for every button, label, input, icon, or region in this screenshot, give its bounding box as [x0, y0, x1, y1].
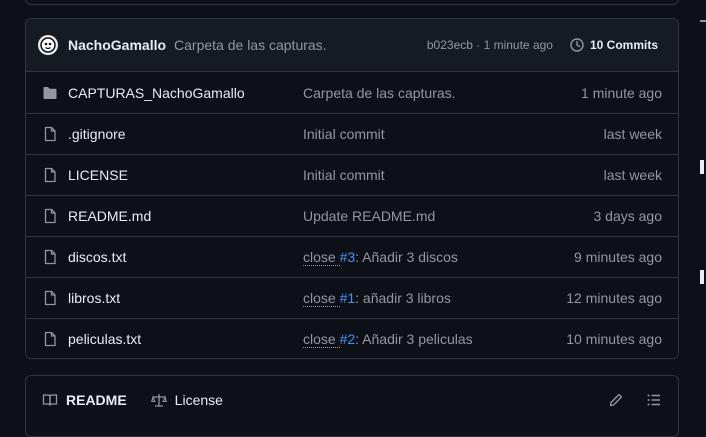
- sidebar-fragment: [700, 20, 706, 22]
- commit-prefix[interactable]: close: [303, 331, 340, 348]
- avatar[interactable]: [38, 35, 58, 55]
- file-name[interactable]: CAPTURAS_NachoGamallo: [68, 85, 303, 101]
- commit-author[interactable]: NachoGamallo: [68, 37, 166, 53]
- file-icon-wrap: [42, 208, 58, 224]
- sidebar-fragment: [700, 160, 704, 174]
- file-browser: NachoGamallo Carpeta de las capturas. b0…: [25, 18, 679, 359]
- file-time: 1 minute ago: [581, 84, 662, 101]
- file-name[interactable]: discos.txt: [68, 249, 303, 265]
- file-time: 9 minutes ago: [574, 249, 662, 265]
- file-name[interactable]: .gitignore: [68, 126, 303, 142]
- issue-link[interactable]: #1: [340, 290, 356, 306]
- law-icon: [150, 394, 167, 407]
- file-name[interactable]: README.md: [68, 208, 303, 224]
- folder-icon: [43, 86, 57, 99]
- history-icon: [570, 38, 584, 52]
- file-commit-message[interactable]: Update README.md: [303, 208, 594, 224]
- file-icon-wrap: [42, 126, 58, 142]
- file-row[interactable]: CAPTURAS_NachoGamallo Carpeta de las capt…: [26, 72, 678, 113]
- file-row[interactable]: peliculas.txt close #2: Añadir 3 pelicula…: [26, 318, 678, 358]
- file-row[interactable]: discos.txt close #3: Añadir 3 discos 9 min…: [26, 236, 678, 277]
- file-name[interactable]: peliculas.txt: [68, 331, 303, 347]
- commit-meta[interactable]: b023ecb · 1 minute ago: [427, 38, 553, 52]
- commits-count-label: 10 Commits: [589, 38, 658, 52]
- issue-link[interactable]: #2: [340, 331, 356, 347]
- file-icon-wrap: [42, 331, 58, 347]
- file-time: 10 minutes ago: [566, 331, 662, 347]
- commit-suffix[interactable]: : añadir 3 libros: [355, 290, 451, 306]
- file-commit-message: close #1: añadir 3 libros: [303, 290, 566, 307]
- commit-prefix[interactable]: close: [303, 290, 340, 307]
- file-icon-wrap: [42, 167, 58, 183]
- file-time: 3 days ago: [593, 208, 663, 224]
- folder-icon-wrap: [42, 85, 58, 101]
- file-row[interactable]: LICENSE Initial commit last week: [26, 154, 678, 195]
- readme-tabs: README License: [26, 376, 678, 424]
- file-row[interactable]: libros.txt close #1: añadir 3 libros 12 mi…: [26, 277, 678, 318]
- book-icon: [42, 394, 58, 406]
- file-icon-wrap: [42, 290, 58, 306]
- commit-suffix[interactable]: : Añadir 3 discos: [355, 249, 458, 265]
- file-list: CAPTURAS_NachoGamallo Carpeta de las capt…: [26, 72, 678, 358]
- file-icon-wrap: [42, 249, 58, 265]
- file-time: last week: [603, 167, 662, 183]
- file-commit-message[interactable]: Carpeta de las capturas.: [303, 85, 581, 101]
- tab-readme-label: README: [66, 392, 127, 408]
- commit-suffix[interactable]: : Añadir 3 peliculas: [355, 331, 473, 347]
- commit-message[interactable]: Carpeta de las capturas.: [174, 37, 427, 53]
- file-icon: [44, 249, 56, 265]
- tab-license[interactable]: License: [150, 392, 223, 408]
- file-commit-message[interactable]: Initial commit: [303, 167, 604, 183]
- readme-actions: [586, 392, 662, 408]
- file-icon: [44, 208, 56, 224]
- file-time: 12 minutes ago: [566, 290, 662, 306]
- previous-panel-edge: [25, 0, 679, 5]
- file-name[interactable]: libros.txt: [68, 290, 303, 306]
- issue-link[interactable]: #3: [340, 249, 356, 265]
- file-time: last week: [603, 126, 662, 142]
- tab-readme[interactable]: README: [42, 392, 127, 408]
- file-icon: [44, 290, 56, 306]
- file-row[interactable]: .gitignore Initial commit last week: [26, 113, 678, 154]
- sidebar-fragment: [700, 270, 704, 284]
- file-row[interactable]: README.md Update README.md 3 days ago: [26, 195, 678, 236]
- commit-prefix[interactable]: close: [303, 249, 340, 266]
- pencil-icon[interactable]: [608, 392, 624, 408]
- file-commit-message: close #2: Añadir 3 peliculas: [303, 331, 566, 348]
- file-commit-message: close #3: Añadir 3 discos: [303, 249, 574, 266]
- file-icon: [44, 126, 56, 142]
- file-icon: [44, 167, 56, 183]
- file-commit-message[interactable]: Initial commit: [303, 126, 604, 142]
- list-icon[interactable]: [646, 392, 662, 408]
- commits-link[interactable]: 10 Commits: [569, 37, 658, 53]
- latest-commit-bar: NachoGamallo Carpeta de las capturas. b0…: [26, 19, 678, 72]
- tab-license-label: License: [174, 392, 223, 408]
- file-name[interactable]: LICENSE: [68, 167, 303, 183]
- readme-panel: README License: [25, 375, 679, 437]
- file-icon: [44, 331, 56, 347]
